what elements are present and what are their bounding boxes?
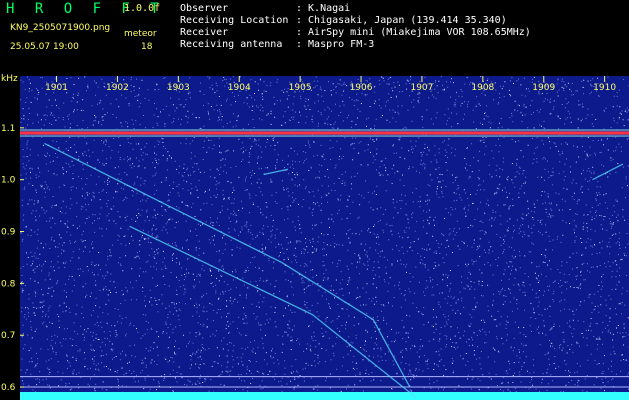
- antenna-value: : Maspro FM-3: [296, 39, 375, 50]
- x-tick-label-1909: 1909: [532, 83, 555, 93]
- y-tick-label-1.1: 1.1: [1, 124, 15, 134]
- spectrogram: 1901 1902 1903 1904 1905 1906 1907 1908 1909 1910…: [1, 76, 629, 400]
- observer-key: Observer: [180, 3, 229, 14]
- y-tick-label-0.7: 0.7: [1, 331, 15, 341]
- meteor-label: meteor: [124, 29, 157, 39]
- antenna-key: Receiving antenna: [180, 39, 283, 50]
- filename-label: KN9_2505071900.png: [10, 23, 111, 33]
- meteor-count: 18: [141, 42, 153, 52]
- carrier-line: [20, 131, 629, 135]
- carrier-edge-top: [20, 129, 629, 131]
- x-tick-label-1910: 1910: [593, 83, 616, 93]
- x-tick-label-1905: 1905: [289, 83, 312, 93]
- x-tick-label-1908: 1908: [471, 83, 494, 93]
- observer-value: : K.Nagai: [296, 3, 351, 14]
- y-tick-label-0.9: 0.9: [1, 228, 16, 238]
- x-tick-label-1904: 1904: [228, 83, 251, 93]
- receiver-key: Receiver: [180, 27, 229, 38]
- carrier-edge-bottom: [20, 135, 629, 137]
- version-label: 1.0.0f: [124, 3, 161, 14]
- y-tick-label-1.0: 1.0: [1, 176, 16, 186]
- y-axis-label: kHz: [1, 74, 18, 84]
- y-tick-label-0.8: 0.8: [1, 279, 16, 289]
- location-key: Receiving Location: [180, 15, 289, 26]
- x-tick-label-1902: 1902: [106, 83, 129, 93]
- spectrogram-background: [20, 76, 629, 400]
- location-value: : Chigasaki, Japan (139.414 35.340): [296, 15, 507, 26]
- hrofft-screen: 1901 1902 1903 1904 1905 1906 1907 1908 1909 1910…: [0, 0, 629, 400]
- x-tick-label-1903: 1903: [167, 83, 190, 93]
- receiver-value: : AirSpy mini (Miakejima VOR 108.65MHz): [296, 27, 531, 38]
- baseline-strip: [20, 392, 629, 400]
- x-tick-label-1906: 1906: [350, 83, 373, 93]
- y-tick-label-0.6: 0.6: [1, 383, 16, 393]
- x-tick-label-1901: 1901: [45, 83, 68, 93]
- datetime-label: 25.05.07 19:00: [10, 42, 79, 52]
- x-tick-label-1907: 1907: [410, 83, 433, 93]
